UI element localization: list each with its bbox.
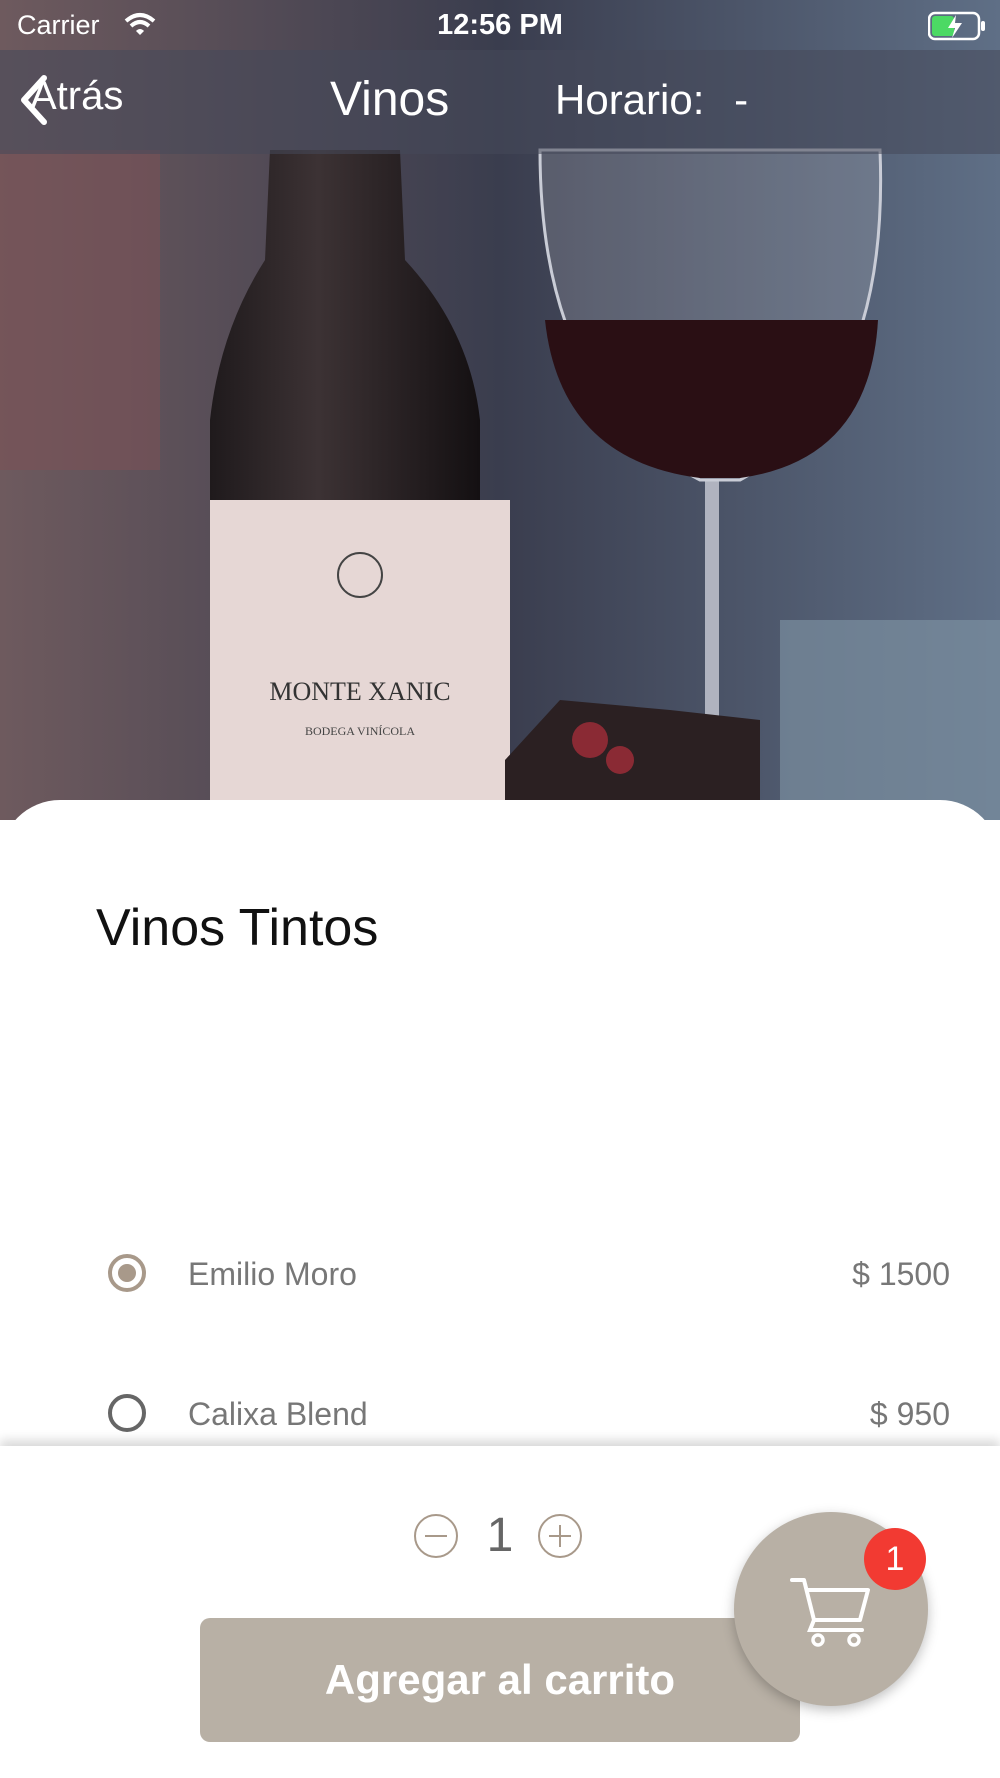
cart-count-badge: 1 xyxy=(864,1528,926,1590)
plus-icon[interactable] xyxy=(538,1514,582,1558)
back-button[interactable]: Atrás xyxy=(18,74,123,125)
status-bar: Carrier 12:56 PM xyxy=(0,0,1000,50)
product-sheet: Vinos Tintos Emilio Moro $ 1500 Calixa B… xyxy=(0,800,1000,1446)
product-title: Vinos Tintos xyxy=(96,899,379,957)
cart-icon xyxy=(790,1578,870,1647)
option-emilio-moro[interactable]: Emilio Moro $ 1500 xyxy=(0,1246,1000,1306)
radio-selected-icon[interactable] xyxy=(108,1254,146,1292)
minus-icon[interactable] xyxy=(414,1514,458,1558)
quantity-value: 1 xyxy=(486,1509,514,1562)
hero-image: MONTE XANIC BODEGA VINÍCOLA Carrier 12:5… xyxy=(0,0,1000,820)
page-title: Vinos xyxy=(330,73,450,126)
navigation-bar: Atrás Vinos Horario: - xyxy=(0,50,1000,154)
option-price: $ 950 xyxy=(869,1396,950,1432)
option-calixa-blend[interactable]: Calixa Blend $ 950 xyxy=(0,1386,1000,1446)
add-to-cart-button[interactable]: Agregar al carrito xyxy=(200,1618,800,1742)
schedule-value: - xyxy=(734,76,749,123)
schedule-info: Horario: - xyxy=(555,76,748,124)
quantity-stepper: 1 xyxy=(410,1508,590,1568)
bottle-brand-text: MONTE XANIC xyxy=(269,677,450,706)
bottle-sub-text: BODEGA VINÍCOLA xyxy=(305,724,415,738)
option-name: Emilio Moro xyxy=(188,1256,357,1292)
option-price: $ 1500 xyxy=(852,1256,950,1292)
clock-label: 12:56 PM xyxy=(437,9,563,41)
schedule-label: Horario: xyxy=(555,76,705,123)
option-name: Calixa Blend xyxy=(188,1396,368,1432)
radio-unselected-icon[interactable] xyxy=(108,1394,146,1432)
